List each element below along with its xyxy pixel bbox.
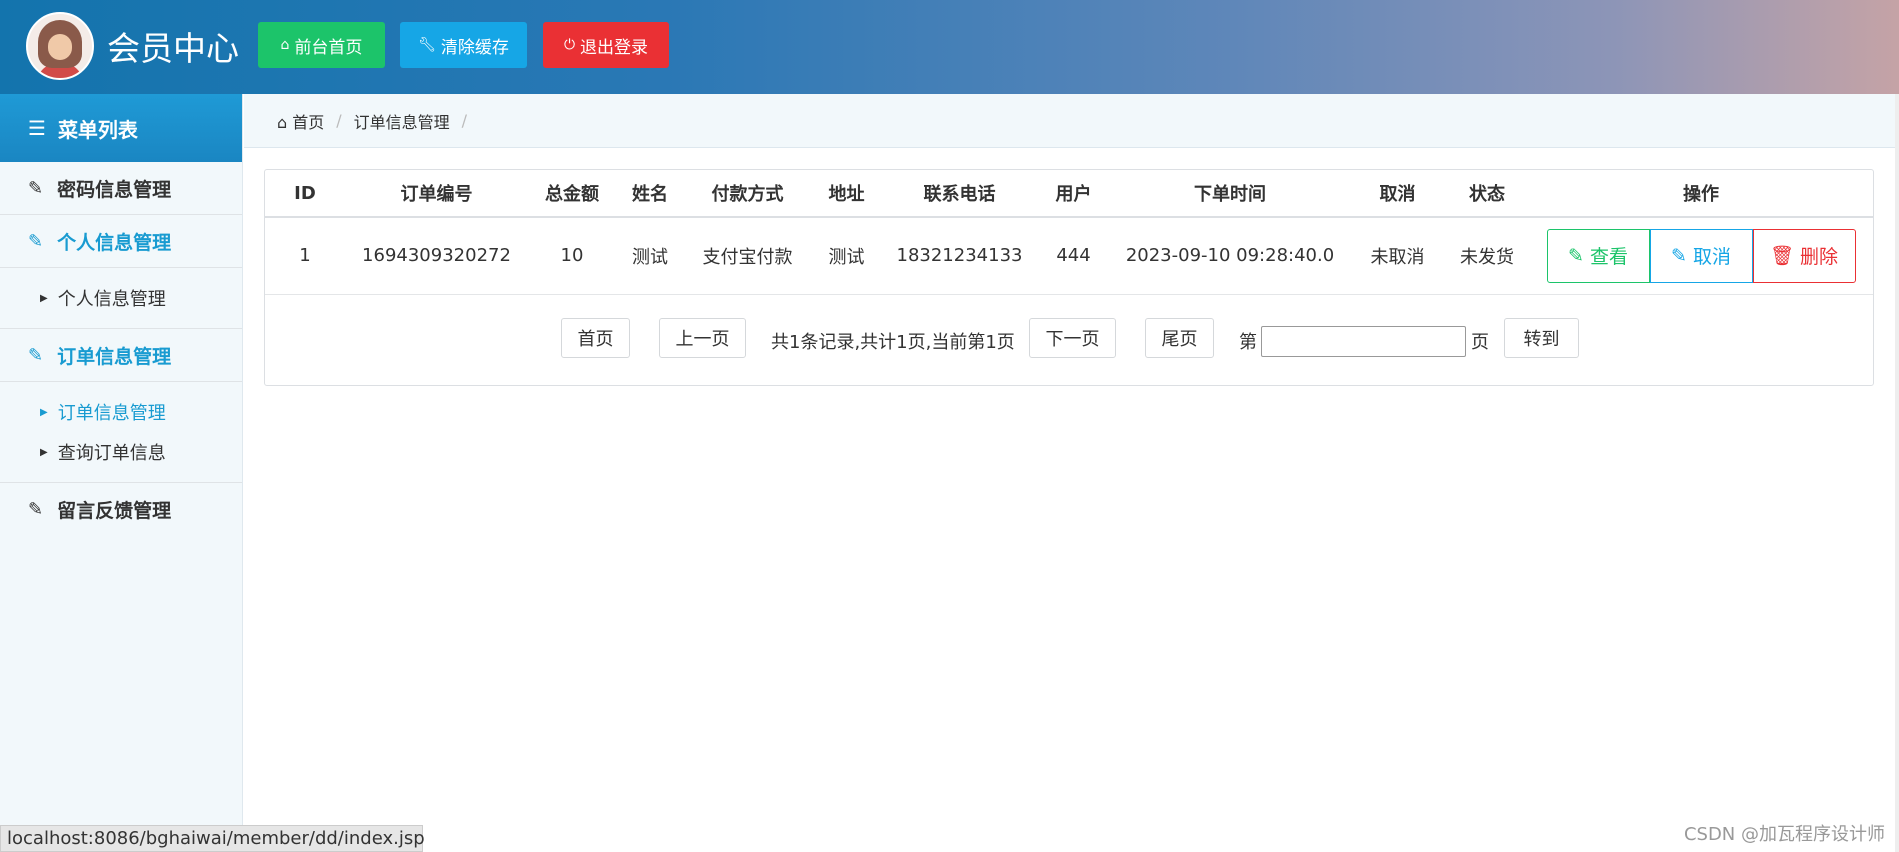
trash-icon: 🗑︎ bbox=[1769, 245, 1795, 268]
cancel-order-button[interactable]: ✎ 取消 bbox=[1649, 228, 1753, 283]
sidebar-section-orders[interactable]: ✎ 订单信息管理 bbox=[0, 329, 242, 382]
breadcrumb-home[interactable]: ⌂ 首页 bbox=[277, 109, 324, 133]
column-header: 联系电话 bbox=[882, 170, 1037, 218]
edit-icon: ✎ bbox=[28, 230, 44, 252]
column-header: 付款方式 bbox=[684, 170, 811, 218]
top-header: 会员中心 ⌂ 前台首页 🔧︎ 清除缓存 ⏻ 退出登录 bbox=[0, 0, 1899, 94]
sidebar-item-order-management[interactable]: ▶ 订单信息管理 bbox=[0, 392, 242, 432]
sidebar-item-order-query[interactable]: ▶ 查询订单信息 bbox=[0, 432, 242, 472]
column-header: 用户 bbox=[1037, 170, 1110, 218]
column-header: 总金额 bbox=[528, 170, 616, 218]
pagination-summary: 共1条记录,共计1页,当前第1页 bbox=[771, 332, 1015, 353]
sidebar-item-label: 个人信息管理 bbox=[57, 289, 166, 310]
breadcrumb-separator: / bbox=[336, 111, 342, 130]
edit-icon: ✎ bbox=[1568, 244, 1584, 267]
cell-phone: 18321234133 bbox=[882, 217, 1037, 295]
sidebar-heading-label: 菜单列表 bbox=[57, 117, 138, 142]
app-title: 会员中心 bbox=[107, 29, 239, 68]
sidebar-section-profile[interactable]: ✎ 个人信息管理 bbox=[0, 215, 242, 268]
list-icon: ☰ bbox=[28, 116, 46, 140]
edit-icon: ✎ bbox=[28, 499, 44, 520]
home-button-label: 前台首页 bbox=[294, 37, 363, 58]
column-header: 姓名 bbox=[616, 170, 684, 218]
breadcrumb-current: 订单信息管理 bbox=[353, 112, 450, 132]
page-number-input[interactable] bbox=[1261, 326, 1466, 357]
column-header: 下单时间 bbox=[1110, 170, 1350, 218]
view-button[interactable]: ✎ 查看 bbox=[1546, 228, 1650, 283]
orders-panel: ID 订单编号 总金额 姓名 付款方式 地址 联系电话 用户 下单时间 取消 状… bbox=[264, 169, 1874, 386]
breadcrumb-separator: / bbox=[461, 111, 468, 130]
cell-name: 测试 bbox=[616, 217, 684, 295]
breadcrumb-home-label: 首页 bbox=[292, 112, 325, 132]
home-button[interactable]: ⌂ 前台首页 bbox=[258, 22, 385, 68]
caret-right-icon: ▶ bbox=[40, 446, 48, 458]
cell-order-time: 2023-09-10 09:28:40.0 bbox=[1110, 217, 1350, 295]
wrench-icon: 🔧︎ bbox=[418, 37, 436, 53]
next-page-button[interactable]: 下一页 bbox=[1029, 318, 1116, 358]
clear-cache-button-label: 清除缓存 bbox=[440, 37, 509, 58]
first-page-button[interactable]: 首页 bbox=[561, 318, 630, 358]
clear-cache-button[interactable]: 🔧︎ 清除缓存 bbox=[400, 22, 527, 68]
sidebar-item-label: 订单信息管理 bbox=[57, 403, 166, 424]
column-header: 状态 bbox=[1445, 170, 1529, 218]
home-icon: ⌂ bbox=[280, 37, 290, 53]
prev-page-button[interactable]: 上一页 bbox=[659, 318, 746, 358]
status-bar-url: localhost:8086/bghaiwai/member/dd/index.… bbox=[0, 825, 425, 852]
power-icon: ⏻ bbox=[563, 37, 576, 53]
sidebar-section-label: 订单信息管理 bbox=[57, 345, 172, 368]
delete-button-label: 删除 bbox=[1800, 246, 1839, 269]
page-scrollbar[interactable] bbox=[1895, 94, 1899, 852]
column-header: 取消 bbox=[1350, 170, 1445, 218]
cell-id: 1 bbox=[265, 217, 345, 295]
last-page-button[interactable]: 尾页 bbox=[1145, 318, 1214, 358]
cell-user: 444 bbox=[1037, 217, 1110, 295]
sidebar-section-feedback[interactable]: ✎ 留言反馈管理 bbox=[0, 483, 242, 536]
column-header: 操作 bbox=[1529, 170, 1873, 218]
column-header: ID bbox=[265, 170, 345, 218]
breadcrumb: ⌂ 首页 / 订单信息管理 / bbox=[244, 94, 1899, 148]
sidebar-section-label: 留言反馈管理 bbox=[57, 500, 172, 522]
edit-icon: ✎ bbox=[28, 177, 44, 199]
edit-icon: ✎ bbox=[1671, 244, 1687, 267]
goto-button[interactable]: 转到 bbox=[1504, 318, 1579, 358]
delete-button[interactable]: 🗑︎ 删除 bbox=[1752, 228, 1856, 283]
sidebar-heading: ☰ 菜单列表 bbox=[0, 94, 242, 162]
cell-amount: 10 bbox=[528, 217, 616, 295]
pagination: 首页 上一页 共1条记录,共计1页,当前第1页 下一页 尾页 第 页 转到 bbox=[265, 318, 1873, 362]
sidebar-section-label: 个人信息管理 bbox=[57, 231, 172, 254]
table-row: 1 1694309320272 10 测试 支付宝付款 测试 183212341… bbox=[265, 217, 1873, 295]
avatar bbox=[26, 12, 94, 80]
column-header: 订单编号 bbox=[345, 170, 528, 218]
logout-button[interactable]: ⏻ 退出登录 bbox=[543, 22, 669, 68]
orders-submenu: ▶ 订单信息管理 ▶ 查询订单信息 bbox=[0, 382, 242, 483]
caret-right-icon: ▶ bbox=[40, 406, 48, 418]
table-header-row: ID 订单编号 总金额 姓名 付款方式 地址 联系电话 用户 下单时间 取消 状… bbox=[265, 170, 1873, 218]
logout-button-label: 退出登录 bbox=[580, 37, 649, 58]
caret-right-icon: ▶ bbox=[40, 292, 48, 304]
cell-cancelled: 未取消 bbox=[1350, 217, 1445, 295]
sidebar-section-label: 密码信息管理 bbox=[57, 178, 172, 201]
sidebar-item-profile[interactable]: ▶ 个人信息管理 bbox=[0, 278, 242, 318]
cancel-order-button-label: 取消 bbox=[1692, 246, 1731, 269]
view-button-label: 查看 bbox=[1589, 246, 1628, 269]
sidebar-section-password[interactable]: ✎ 密码信息管理 bbox=[0, 162, 242, 215]
orders-table: ID 订单编号 总金额 姓名 付款方式 地址 联系电话 用户 下单时间 取消 状… bbox=[265, 170, 1873, 295]
cell-actions: ✎ 查看 ✎ 取消 🗑︎ 删除 bbox=[1529, 217, 1873, 295]
sidebar-item-label: 查询订单信息 bbox=[57, 443, 166, 464]
cell-address: 测试 bbox=[811, 217, 882, 295]
profile-submenu: ▶ 个人信息管理 bbox=[0, 268, 242, 329]
page-prefix: 第 bbox=[1239, 332, 1257, 353]
sidebar: ☰ 菜单列表 ✎ 密码信息管理 ✎ 个人信息管理 ▶ 个人信息管理 ✎ 订单信息… bbox=[0, 94, 243, 852]
watermark: CSDN @加瓦程序设计师 bbox=[1683, 824, 1885, 845]
column-header: 地址 bbox=[811, 170, 882, 218]
cell-payment: 支付宝付款 bbox=[684, 217, 811, 295]
page-suffix: 页 bbox=[1471, 332, 1489, 353]
cell-status: 未发货 bbox=[1445, 217, 1529, 295]
cell-order-no: 1694309320272 bbox=[345, 217, 528, 295]
home-icon: ⌂ bbox=[277, 112, 288, 132]
edit-icon: ✎ bbox=[28, 344, 44, 366]
